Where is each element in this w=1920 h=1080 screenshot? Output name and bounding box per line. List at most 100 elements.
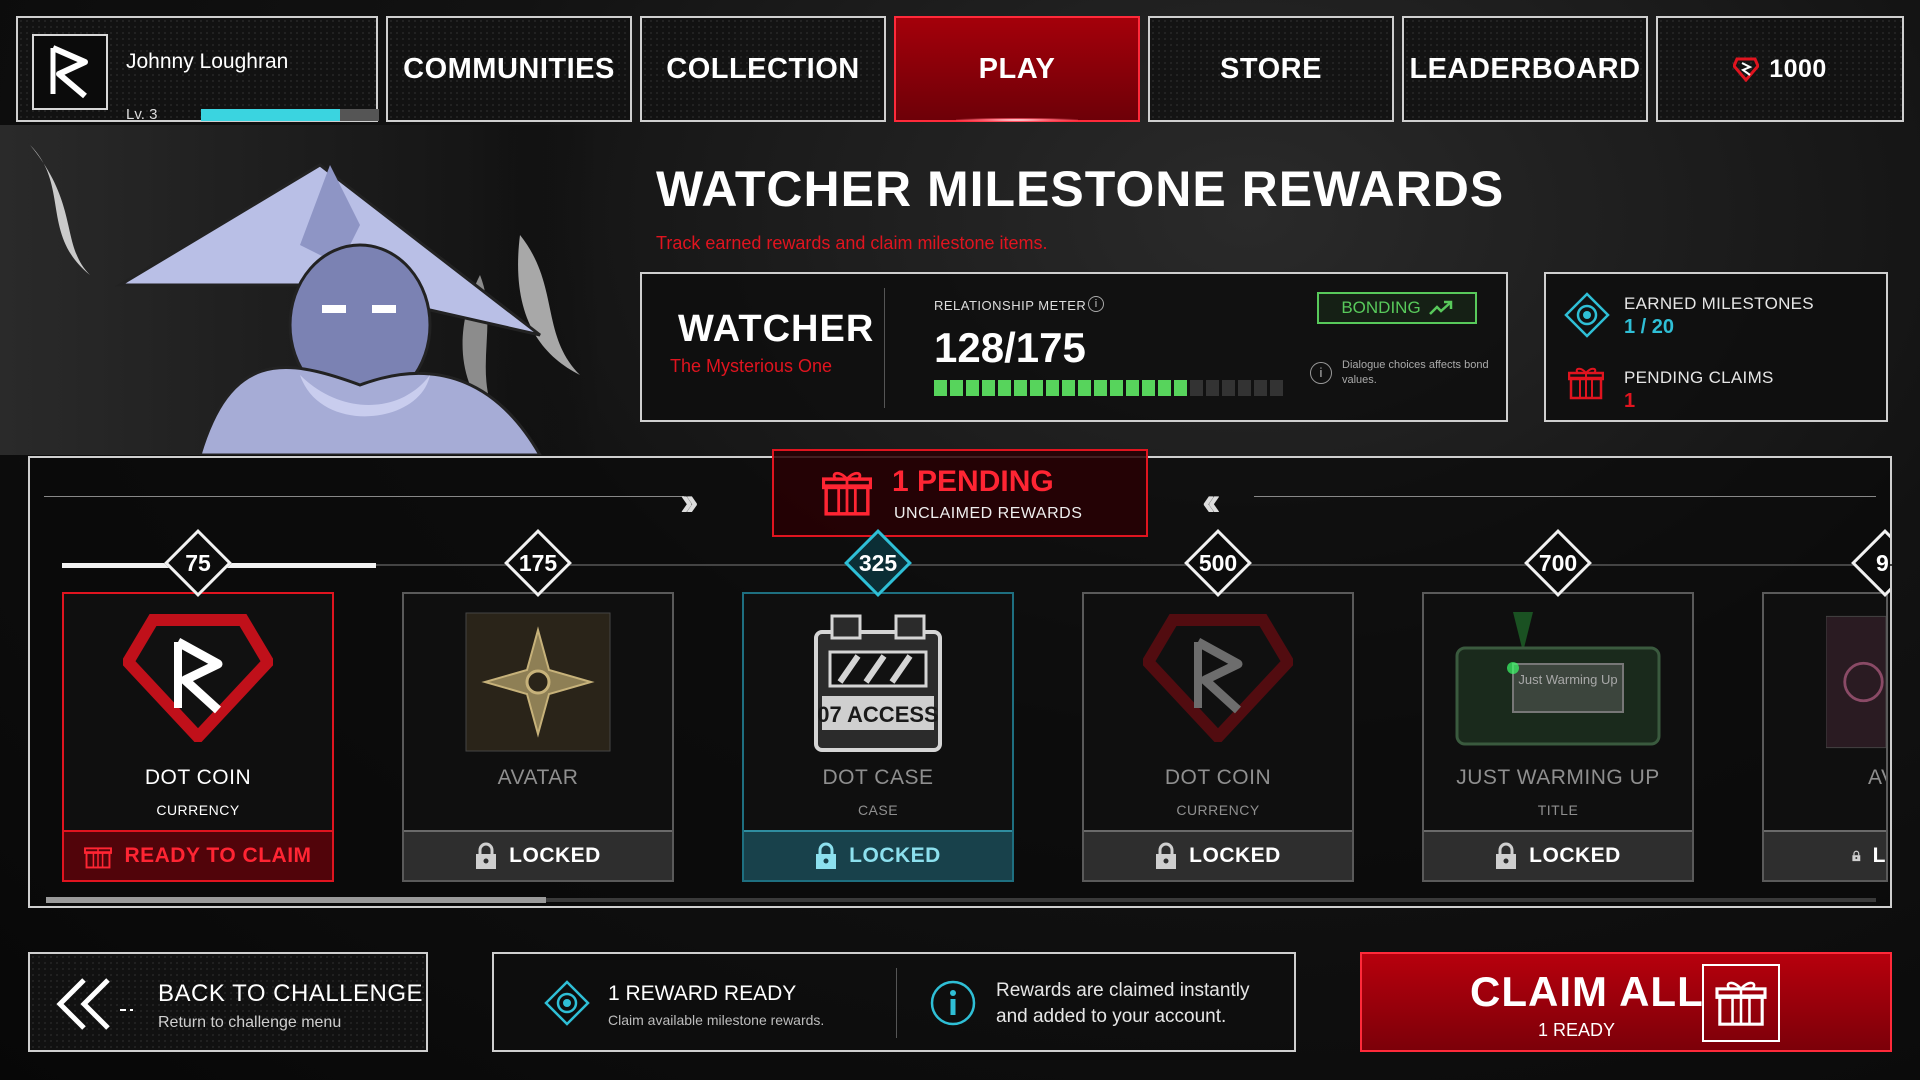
character-name: WATCHER [678,308,875,350]
locked-status: LOCKED [404,830,672,880]
back-button[interactable]: BACK TO CHALLENGE Return to challenge me… [28,952,428,1052]
page-subtitle: Track earned rewards and claim milestone… [656,233,1048,253]
meter-segment [1174,380,1187,396]
status-badge-label: BONDING [1341,298,1421,317]
player-level: Lv. 3 [126,106,158,123]
double-chevron-left-icon [54,976,134,1037]
tab-play[interactable]: PLAY [894,16,1140,122]
milestone-threshold: 700 [1538,550,1578,576]
target-icon [544,980,590,1031]
tab-collection[interactable]: COLLECTION [640,16,886,122]
player-name: Johnny Loughran [126,50,289,73]
meter-segment [982,380,995,396]
locked-label: LOCKED [1189,844,1281,867]
currency-balance[interactable]: 1000 [1656,16,1904,122]
tab-leaderboard[interactable]: LEADERBOARD [1402,16,1648,122]
title-plate-icon: Just Warming Up [1424,612,1692,762]
locked-label: LOCKED [849,844,941,867]
character-tagline: The Mysterious One [670,356,833,376]
pending-title: 1 PENDING [892,465,1054,498]
xp-bar [201,109,379,121]
pending-claims-value: 1 [1624,390,1636,412]
currency-amount: 1000 [1769,54,1827,83]
milestone-threshold: 500 [1198,550,1238,576]
lock-icon [816,842,837,869]
reward-card[interactable]: 07 ACCESS DOT CASE CASE LOCKED [742,592,1014,882]
locked-label: L [1872,844,1886,867]
trending-up-icon [1428,300,1452,315]
milestone-marker: 325 [843,528,913,598]
meter-segment [1238,380,1251,396]
claim-all-title: CLAIM ALL [1470,968,1704,1015]
shuriken-avatar-icon [404,612,672,762]
claim-button[interactable]: READY TO CLAIM [64,830,332,880]
pending-claims-label: PENDING CLAIMS [1624,368,1774,387]
dot-coin-icon [64,612,332,762]
ready-title: 1 REWARD READY [608,982,797,1005]
milestone-threshold: 75 [185,550,211,576]
meter-segment [1094,380,1107,396]
meter-segment [1110,380,1123,396]
meter-segment [1030,380,1043,396]
milestone-threshold: 9 [1876,550,1889,576]
divider [884,288,885,408]
meter-segment [1190,380,1203,396]
claim-note: Rewards are claimed instantly and added … [996,980,1250,1027]
earned-milestones-value: 1 / 20 [1624,316,1675,338]
milestone-threshold: 325 [858,550,898,576]
case-text: 07 ACCESS [817,702,938,727]
locked-label: LOCKED [509,844,601,867]
tab-label: PLAY [978,52,1056,85]
reward-type: CURRENCY [156,802,240,818]
meter-segment [1206,380,1219,396]
milestone-marker: 700 [1523,528,1593,598]
reward-card[interactable]: DOT COIN CURRENCY READY TO CLAIM [62,592,334,882]
locked-status: LOCKED [744,830,1012,880]
milestone-marker: 175 [503,528,573,598]
page-title: WATCHER MILESTONE REWARDS [656,161,1505,217]
reward-card[interactable]: AVATAR LOCKED [402,592,674,882]
profile-panel[interactable]: Johnny Loughran Lv. 3 [16,16,379,123]
scrollbar-thumb[interactable] [46,897,546,903]
divider [44,496,684,497]
reward-card[interactable]: Just Warming Up JUST WARMING UP TITLE LO… [1422,592,1694,882]
relationship-meter-bar [934,380,1283,396]
back-button-subtitle: Return to challenge menu [158,1014,342,1031]
tab-label: COLLECTION [666,52,860,85]
meter-segment [1254,380,1267,396]
reward-card[interactable]: AVA L [1762,592,1888,882]
lock-icon [1156,842,1177,869]
dot-coin-icon [1084,612,1352,762]
reward-info-bar: 1 REWARD READY Claim available milestone… [492,952,1296,1052]
divider [896,968,897,1038]
pending-subtitle: UNCLAIMED REWARDS [894,505,1083,522]
tab-communities[interactable]: COMMUNITIES [386,16,632,122]
info-icon[interactable]: i [1088,296,1104,312]
reward-name: DOT COIN [1164,766,1272,789]
divider [1254,496,1876,497]
milestone-marker: 9 [1850,528,1890,598]
dot-coin-icon [1733,56,1760,82]
brand-logo-icon [32,34,108,110]
back-button-title: BACK TO CHALLENGE [158,980,424,1007]
avatar-icon [1764,612,1886,762]
gift-icon [1567,366,1605,405]
meter-segment [1158,380,1171,396]
tab-store[interactable]: STORE [1148,16,1394,122]
target-icon [1564,292,1610,343]
milestone-stats: EARNED MILESTONES 1 / 20 PENDING CLAIMS … [1544,272,1888,422]
reward-name: DOT CASE [822,766,934,789]
locked-label: LOCKED [1529,844,1621,867]
milestone-threshold: 175 [518,550,558,576]
chevron-right-icon: ›› [680,480,698,524]
reward-card[interactable]: DOT COIN CURRENCY LOCKED [1082,592,1354,882]
locked-status: LOCKED [1084,830,1352,880]
tab-label: STORE [1220,52,1322,85]
character-portrait [0,125,600,455]
gift-icon [821,469,873,522]
relationship-meter-label: RELATIONSHIP METER [934,298,1087,313]
claim-all-button[interactable]: CLAIM ALL 1 READY [1360,952,1892,1052]
character-card: WATCHER The Mysterious One RELATIONSHIP … [640,272,1508,422]
meter-segment [1222,380,1235,396]
pending-rewards-banner: 1 PENDING UNCLAIMED REWARDS [772,449,1148,537]
